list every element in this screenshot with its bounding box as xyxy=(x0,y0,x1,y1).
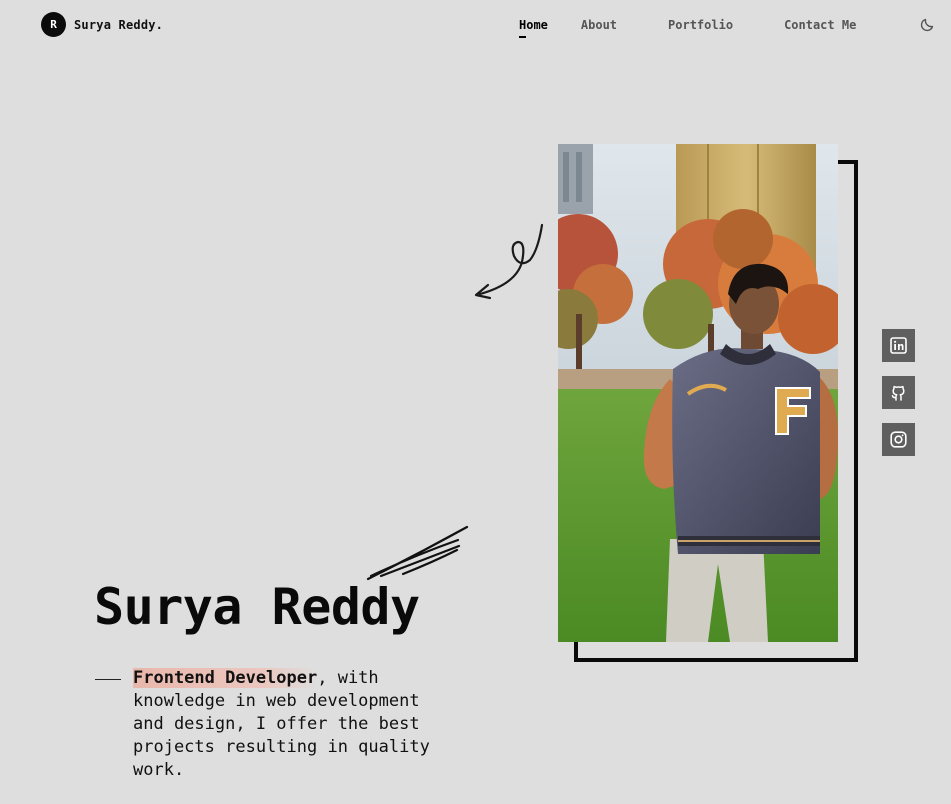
social-links xyxy=(882,329,915,456)
brand-logo[interactable]: R xyxy=(41,12,66,37)
instagram-button[interactable] xyxy=(882,423,915,456)
nav-portfolio[interactable]: Portfolio xyxy=(668,18,733,32)
theme-toggle-button[interactable] xyxy=(920,16,936,32)
intro-text: Frontend Developer, with knowledge in we… xyxy=(133,667,453,782)
arrow-doodle xyxy=(474,223,544,300)
brand[interactable]: R Surya Reddy. xyxy=(41,12,163,37)
nav-about[interactable]: About xyxy=(581,18,617,32)
profile-photo xyxy=(558,144,838,642)
scribble-doodle xyxy=(366,525,469,581)
nav-home[interactable]: Home xyxy=(519,18,548,38)
linkedin-icon xyxy=(890,337,907,354)
nav-contact-me[interactable]: Contact Me xyxy=(784,18,856,32)
github-icon xyxy=(891,385,905,401)
instagram-icon xyxy=(890,431,907,448)
github-button[interactable] xyxy=(882,376,915,409)
brand-name[interactable]: Surya Reddy. xyxy=(74,18,163,32)
portfolio-page: R Surya Reddy. Home About Portfolio Cont… xyxy=(0,0,951,804)
intro-dash xyxy=(95,679,121,680)
hero-name: Surya Reddy xyxy=(94,578,420,636)
main-nav: Home About Portfolio Contact Me xyxy=(519,18,856,38)
intro-role-highlight: Frontend Developer xyxy=(133,668,318,688)
moon-icon xyxy=(920,18,934,32)
linkedin-button[interactable] xyxy=(882,329,915,362)
